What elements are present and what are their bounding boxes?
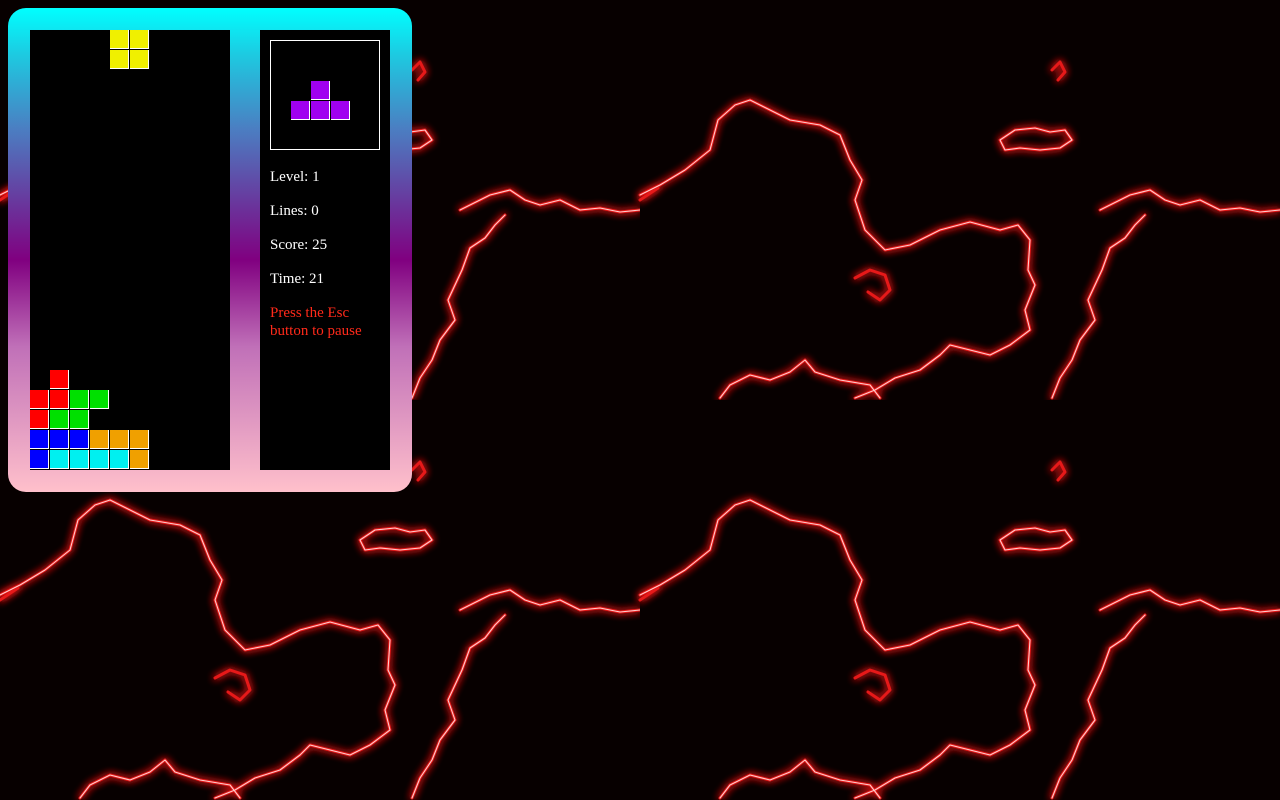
lines-value: 0 — [311, 203, 319, 219]
next-piece-preview — [270, 40, 380, 150]
score-value: 25 — [312, 237, 328, 253]
next-piece-block — [291, 101, 310, 120]
falling-piece-block — [110, 30, 129, 49]
locked-block — [50, 370, 69, 389]
locked-block — [50, 410, 69, 429]
next-piece-block — [331, 101, 350, 120]
locked-block — [70, 430, 89, 449]
score-stat: Score: 25 — [270, 236, 327, 254]
level-stat: Level: 1 — [270, 168, 320, 186]
locked-block — [90, 430, 109, 449]
next-piece-block — [311, 81, 330, 100]
locked-block — [130, 430, 149, 449]
locked-block — [50, 450, 69, 469]
locked-block — [30, 410, 49, 429]
locked-block — [70, 450, 89, 469]
info-panel: Level: 1 Lines: 0 Score: 25 Time: 21 Pre… — [260, 30, 390, 470]
locked-block — [90, 450, 109, 469]
locked-block — [90, 390, 109, 409]
falling-piece-block — [130, 30, 149, 49]
score-label: Score: — [270, 237, 309, 253]
locked-block — [110, 430, 129, 449]
falling-piece-block — [110, 50, 129, 69]
pause-hint: Press the Esc button to pause — [270, 305, 362, 339]
locked-block — [110, 450, 129, 469]
locked-block — [50, 430, 69, 449]
locked-block — [30, 450, 49, 469]
falling-piece-block — [130, 50, 149, 69]
locked-block — [130, 450, 149, 469]
time-value: 21 — [309, 271, 325, 287]
game-board[interactable] — [30, 30, 230, 470]
level-label: Level: — [270, 169, 309, 185]
locked-block — [30, 390, 49, 409]
locked-block — [30, 430, 49, 449]
lines-label: Lines: — [270, 203, 308, 219]
lines-stat: Lines: 0 — [270, 202, 319, 220]
time-stat: Time: 21 — [270, 270, 324, 288]
time-label: Time: — [270, 271, 306, 287]
locked-block — [70, 390, 89, 409]
locked-block — [70, 410, 89, 429]
level-value: 1 — [312, 169, 320, 185]
locked-block — [50, 390, 69, 409]
next-piece-block — [311, 101, 330, 120]
